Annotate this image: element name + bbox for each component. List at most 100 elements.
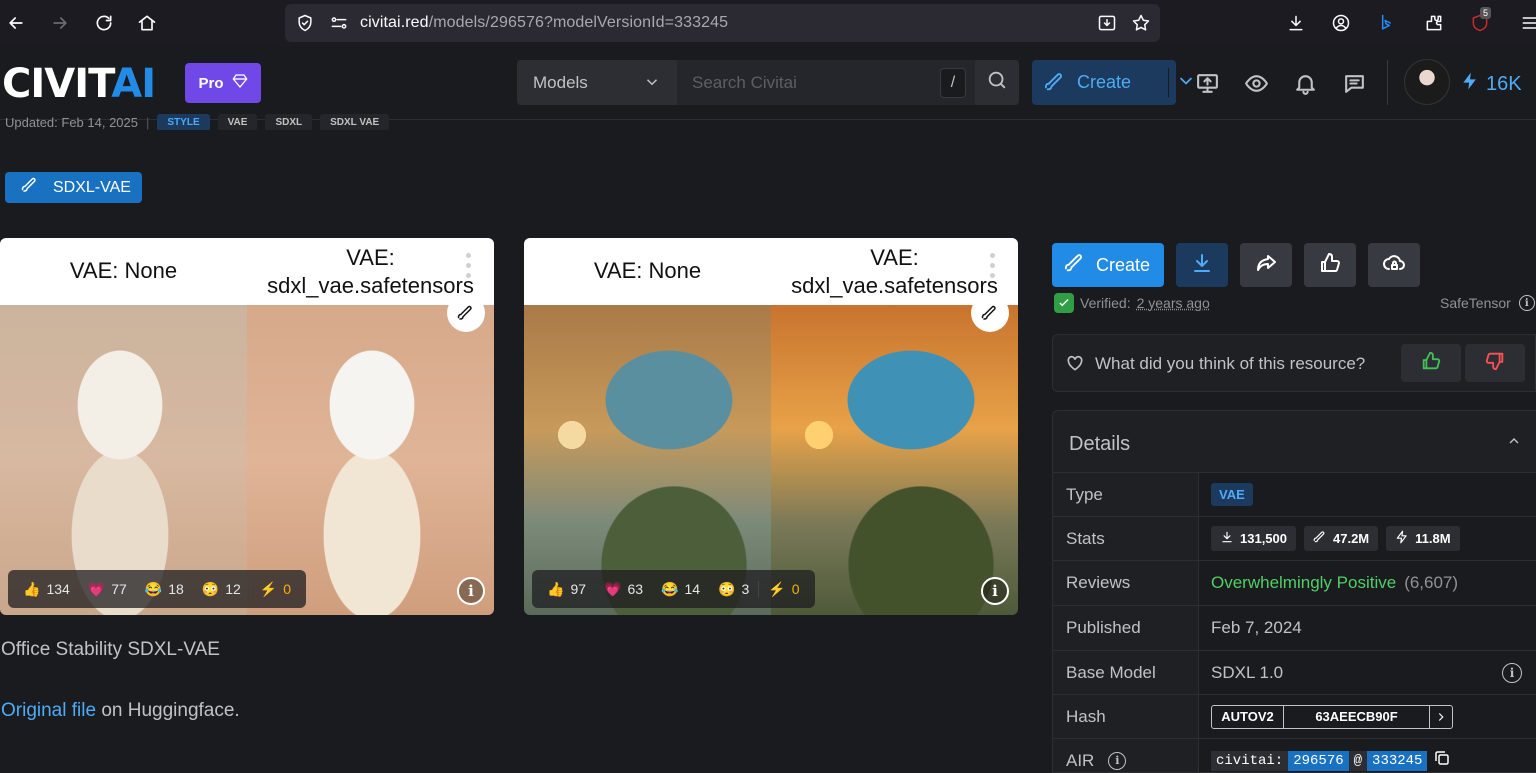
- lightning-icon: ⚡: [768, 581, 785, 598]
- reaction-cry[interactable]: 😳 12: [193, 581, 250, 598]
- reaction-buzz[interactable]: ⚡ 0: [250, 581, 300, 598]
- forward-icon[interactable]: [44, 7, 76, 39]
- info-icon[interactable]: i: [1502, 663, 1522, 683]
- reaction-like[interactable]: 👍 134: [14, 581, 79, 598]
- browsing-level-eye-icon[interactable]: [1243, 70, 1269, 96]
- header-create-button[interactable]: Create: [1032, 60, 1176, 105]
- gallery-image-card[interactable]: VAE: None VAE: sdxl_vae.safetensors: [524, 238, 1018, 615]
- download-button[interactable]: [1176, 243, 1228, 287]
- search-scope-select[interactable]: Models: [517, 60, 677, 105]
- hash-value[interactable]: 63AEECB90F: [1284, 706, 1430, 728]
- bing-icon[interactable]: [1374, 11, 1398, 35]
- copy-icon[interactable]: [1433, 749, 1451, 772]
- stat-downloads: 131,500: [1211, 526, 1296, 551]
- type-badge[interactable]: VAE: [1211, 483, 1253, 506]
- details-title: Details: [1069, 433, 1130, 456]
- info-icon[interactable]: i: [1108, 752, 1126, 770]
- details-row-published: Published Feb 7, 2024: [1053, 606, 1536, 651]
- hash-type[interactable]: AUTOV2: [1212, 706, 1284, 728]
- more-options-icon[interactable]: [462, 250, 474, 280]
- browser-toolbar: civitai.red/models/296576?modelVersionId…: [0, 0, 1536, 46]
- buzz-amount: 16K: [1486, 73, 1522, 96]
- feedback-thumbs-down-button[interactable]: [1465, 344, 1525, 382]
- image-info-icon[interactable]: i: [981, 577, 1009, 605]
- search-icon: [986, 69, 1008, 96]
- bookmark-star-icon[interactable]: [1131, 13, 1151, 33]
- home-icon[interactable]: [131, 7, 163, 39]
- updated-date: Updated: Feb 14, 2025: [5, 115, 138, 130]
- pro-label: Pro: [198, 75, 223, 92]
- hash-selector[interactable]: AUTOV2 63AEECB90F: [1211, 705, 1453, 729]
- downloads-icon[interactable]: [1284, 11, 1308, 35]
- reviews-rating[interactable]: Overwhelmingly Positive: [1211, 573, 1396, 593]
- details-header[interactable]: Details: [1053, 411, 1536, 473]
- version-tab-sdxl-vae[interactable]: SDXL-VAE: [5, 172, 142, 203]
- reaction-laugh[interactable]: 😂 14: [652, 581, 709, 598]
- details-value-published: Feb 7, 2024: [1211, 606, 1302, 650]
- tag-style[interactable]: STYLE: [157, 114, 209, 130]
- url-text[interactable]: civitai.red/models/296576?modelVersionId…: [360, 14, 728, 32]
- like-button[interactable]: [1304, 243, 1356, 287]
- feedback-thumbs-up-button[interactable]: [1401, 344, 1461, 382]
- create-button[interactable]: Create: [1052, 243, 1164, 287]
- buzz-balance[interactable]: 16K: [1460, 71, 1522, 97]
- download-page-icon[interactable]: [1097, 13, 1117, 33]
- search-input[interactable]: [677, 60, 975, 105]
- verified-time: 2 years ago: [1137, 295, 1210, 311]
- gallery-image-card[interactable]: VAE: None VAE: sdxl_vae.safetensors: [0, 238, 494, 615]
- extensions-icon[interactable]: [1422, 11, 1446, 35]
- create-dropdown-chevron-icon[interactable]: [1176, 71, 1196, 96]
- more-options-icon[interactable]: [986, 250, 998, 280]
- air-prefix: civitai:: [1211, 751, 1288, 771]
- reload-icon[interactable]: [88, 7, 120, 39]
- menu-icon[interactable]: [1518, 11, 1536, 35]
- site-info-icon[interactable]: [329, 13, 349, 33]
- upload-screen-icon[interactable]: [1194, 70, 1220, 96]
- chevron-up-icon[interactable]: [1506, 433, 1522, 454]
- share-button[interactable]: [1240, 243, 1292, 287]
- remix-brush-icon[interactable]: [971, 294, 1009, 332]
- details-key-stats: Stats: [1053, 517, 1199, 560]
- tag-sdxl-vae[interactable]: SDXL VAE: [320, 114, 389, 130]
- remix-brush-icon[interactable]: [447, 294, 485, 332]
- chat-icon[interactable]: [1341, 70, 1367, 96]
- stat-generations: 47.2M: [1304, 526, 1378, 551]
- safetensor-label: SafeTensor i: [1440, 295, 1535, 311]
- chevron-right-icon[interactable]: [1430, 706, 1452, 728]
- shield-icon[interactable]: [295, 13, 315, 33]
- details-value-reviews[interactable]: Overwhelmingly Positive (6,607): [1211, 561, 1458, 605]
- original-file-link[interactable]: Original file: [1, 700, 96, 721]
- feedback-question: What did you think of this resource?: [1095, 354, 1365, 374]
- image-info-icon[interactable]: i: [457, 577, 485, 605]
- reaction-heart[interactable]: 💗 63: [595, 581, 652, 598]
- address-bar[interactable]: civitai.red/models/296576?modelVersionId…: [285, 4, 1160, 42]
- tag-vae[interactable]: VAE: [218, 114, 258, 130]
- civitai-logo[interactable]: CIVITAI: [2, 64, 155, 104]
- search-button[interactable]: [975, 60, 1019, 105]
- back-icon[interactable]: [0, 7, 32, 39]
- safetensor-text: SafeTensor: [1440, 295, 1511, 311]
- cloud-lock-button[interactable]: [1368, 243, 1420, 287]
- heart-emoji-icon: 💗: [88, 581, 105, 598]
- reaction-cry[interactable]: 😳 3: [709, 581, 758, 598]
- user-avatar[interactable]: [1404, 59, 1450, 105]
- label-vae-none: VAE: None: [0, 258, 247, 284]
- tag-sdxl[interactable]: SDXL: [265, 114, 312, 130]
- logo-text-white: CIVIT: [2, 61, 111, 107]
- thumbs-up-emoji-icon: 👍: [23, 581, 40, 598]
- reaction-buzz[interactable]: ⚡ 0: [758, 581, 808, 598]
- reaction-like[interactable]: 👍 97: [538, 581, 595, 598]
- air-identifier[interactable]: civitai: 296576 @ 333245: [1211, 749, 1451, 772]
- verified-shield-icon: [1054, 293, 1074, 313]
- details-key-reviews: Reviews: [1053, 561, 1199, 605]
- reaction-heart[interactable]: 💗 77: [79, 581, 136, 598]
- chevron-down-icon: [643, 73, 661, 96]
- notification-bell-icon[interactable]: [1292, 70, 1318, 96]
- pro-button[interactable]: Pro: [185, 63, 261, 103]
- info-icon[interactable]: i: [1519, 295, 1535, 311]
- reaction-laugh[interactable]: 😂 18: [136, 581, 193, 598]
- comparison-label-band: VAE: None VAE: sdxl_vae.safetensors: [524, 238, 1018, 305]
- account-icon[interactable]: [1329, 11, 1353, 35]
- comparison-image-right: [771, 305, 1018, 615]
- comparison-image-left: [0, 305, 247, 615]
